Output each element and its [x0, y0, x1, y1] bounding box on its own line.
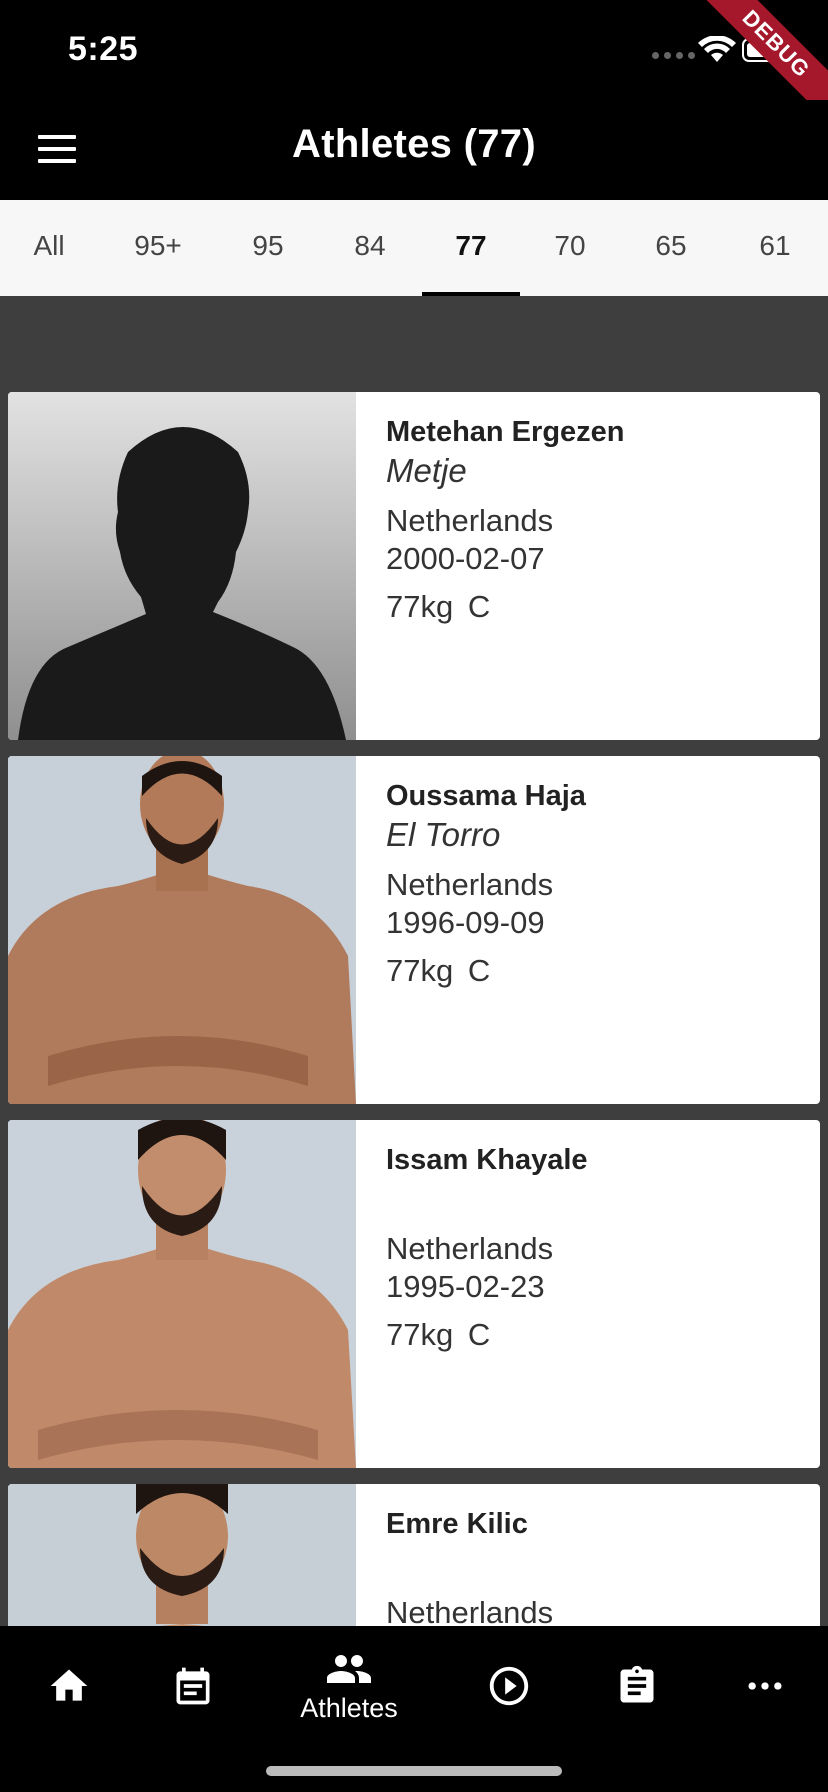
athlete-nickname: [386, 1178, 588, 1220]
athlete-nickname: El Torro: [386, 816, 501, 853]
nav-play[interactable]: [440, 1626, 578, 1746]
home-indicator: [266, 1766, 562, 1776]
athlete-weight-class: 77kg C: [386, 589, 491, 624]
athlete-dob: 1996-09-09: [386, 905, 545, 940]
clipboard-icon: [620, 1665, 654, 1703]
athlete-dob: 1995-02-23: [386, 1269, 545, 1304]
athlete-country: Netherlands: [386, 1595, 554, 1626]
people-icon: [327, 1654, 371, 1683]
app-bar: Athletes (77): [0, 100, 828, 200]
tab-84[interactable]: 84: [318, 200, 422, 296]
athlete-nickname: [386, 1542, 553, 1584]
athlete-photo: [8, 1120, 356, 1468]
athlete-photo: [8, 392, 356, 740]
athlete-name: Issam Khayale: [386, 1144, 588, 1176]
wifi-icon: [698, 36, 736, 62]
more-icon: [748, 1682, 782, 1690]
athlete-name: Oussama Haja: [386, 780, 586, 812]
status-time: 5:25: [68, 30, 139, 68]
tab-95[interactable]: 95: [218, 200, 318, 296]
athlete-dob: 2000-02-07: [386, 541, 545, 576]
tab-all[interactable]: All: [0, 200, 98, 296]
nav-clipboard[interactable]: [568, 1626, 706, 1746]
tab-70[interactable]: 70: [520, 200, 620, 296]
tab-95-plus[interactable]: 95+: [98, 200, 218, 296]
athlete-card[interactable]: Issam Khayale Netherlands 1995-02-23 77k…: [8, 1120, 820, 1468]
athlete-card[interactable]: Metehan Ergezen Metje Netherlands 2000-0…: [8, 392, 820, 740]
tab-77[interactable]: 77: [422, 200, 520, 296]
signal-icon: [652, 52, 695, 59]
athlete-weight-class: 77kg C: [386, 953, 491, 988]
nav-athletes[interactable]: Athletes: [280, 1626, 418, 1746]
nav-athletes-label: Athletes: [300, 1692, 398, 1723]
athlete-card[interactable]: Emre Kilic Netherlands: [8, 1484, 820, 1626]
athlete-country: Netherlands: [386, 1231, 554, 1266]
athlete-country: Netherlands: [386, 503, 554, 538]
home-icon: [50, 1669, 88, 1701]
weight-class-tabs: All 95+ 95 84 77 70 65 61: [0, 200, 828, 296]
page-title: Athletes (77): [292, 122, 536, 166]
athlete-name: Metehan Ergezen: [386, 416, 625, 448]
calendar-icon: [176, 1667, 210, 1705]
nav-home[interactable]: [0, 1626, 138, 1746]
status-bar: 5:25 DEBUG: [0, 0, 828, 135]
athlete-photo: [8, 756, 356, 1104]
athlete-photo: [8, 1484, 356, 1626]
tab-61[interactable]: 61: [722, 200, 828, 296]
athlete-nickname: Metje: [386, 452, 467, 489]
athlete-name: Emre Kilic: [386, 1508, 528, 1540]
play-circle-icon: [489, 1666, 529, 1706]
athlete-weight-class: 77kg C: [386, 1317, 491, 1352]
athlete-country: Netherlands: [386, 867, 554, 902]
nav-more[interactable]: [696, 1626, 828, 1746]
tab-65[interactable]: 65: [620, 200, 722, 296]
athlete-list[interactable]: Metehan Ergezen Metje Netherlands 2000-0…: [0, 296, 828, 1626]
nav-calendar[interactable]: [124, 1626, 262, 1746]
athlete-card[interactable]: Oussama Haja El Torro Netherlands 1996-0…: [8, 756, 820, 1104]
silhouette-icon: [8, 392, 356, 740]
